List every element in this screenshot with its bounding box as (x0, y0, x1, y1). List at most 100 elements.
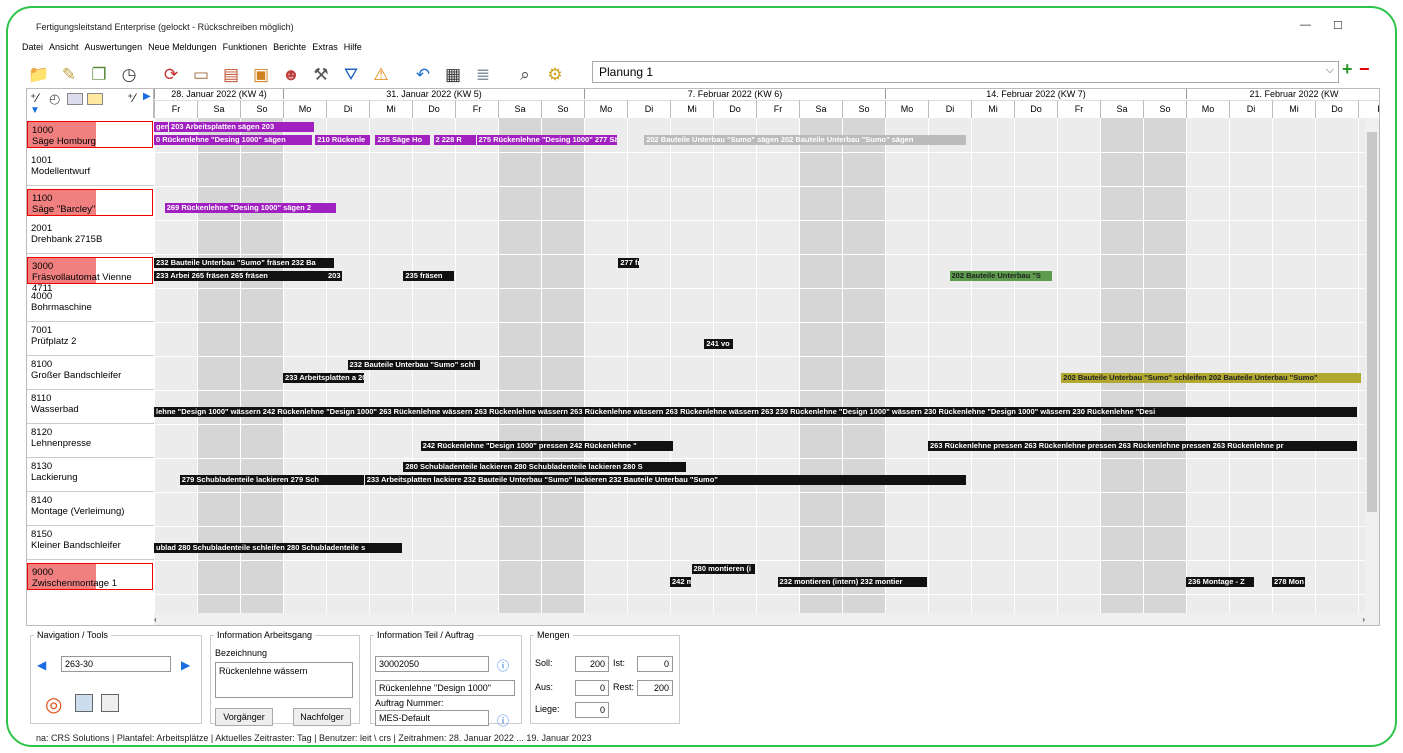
resource-row[interactable]: 8140 Montage (Verleimung) (27, 492, 154, 526)
target-qty-field[interactable] (575, 656, 609, 672)
sort-down-icon[interactable]: ▼ (30, 105, 40, 116)
gantt-bar[interactable]: 202 Bauteile Unterbau "Sumo" sägen 202 B… (644, 135, 966, 145)
remove-plan-icon[interactable]: − (1359, 59, 1370, 80)
remaining-qty-field[interactable] (637, 680, 673, 696)
edit-icon[interactable]: ✎ (56, 62, 82, 86)
bed-icon[interactable]: ▭ (188, 62, 214, 86)
warning-icon[interactable]: ⚠ (368, 62, 394, 86)
scroll-right-icon[interactable]: ▶ (143, 91, 151, 102)
gantt-bar[interactable]: 241 vo (704, 339, 734, 349)
gantt-bar[interactable]: 279 Schubladenteile lackieren 279 Sch (179, 475, 364, 485)
gantt-bar[interactable]: 232 Bauteile Unterbau "Sumo" schl (347, 360, 480, 370)
gantt-bar[interactable]: 280 montieren (i (691, 564, 755, 574)
filter-icon[interactable]: ⛛ (338, 62, 364, 86)
menu-datei[interactable]: Datei (22, 42, 43, 56)
scroll-right-arrow[interactable]: › (1362, 615, 1365, 624)
clock-icon[interactable]: ◴ (49, 91, 60, 107)
part-number-field[interactable] (375, 656, 489, 672)
resource-row[interactable]: 8100 Großer Bandschleifer (27, 356, 154, 390)
menu-extras[interactable]: Extras (312, 42, 338, 56)
users-icon[interactable]: ☻ (278, 62, 304, 86)
resource-row[interactable]: 1000 Säge Homburg (27, 121, 153, 148)
copy-icon[interactable]: ❐ (86, 62, 112, 86)
previous-button[interactable]: Vorgänger (215, 708, 273, 726)
gantt-bar[interactable]: 232 montieren (intern) 232 montier (777, 577, 927, 587)
horizontal-scrollbar[interactable]: ‹ › (154, 613, 1367, 625)
operation-description[interactable]: Rückenlehne wässern (215, 662, 353, 698)
save-icon[interactable]: ▦ (440, 62, 466, 86)
gantt-bar[interactable]: ublad 280 Schubladenteile schleifen 280 … (154, 543, 403, 553)
expand-icon[interactable]: ⁺⁄ (127, 91, 135, 105)
info-icon[interactable]: ⓘ (497, 657, 509, 674)
gantt-bar[interactable]: gen (154, 122, 169, 132)
gantt-bar[interactable]: 280 Schubladenteile lackieren 280 Schubl… (403, 462, 687, 472)
gantt-bar[interactable]: 242 m (670, 577, 691, 587)
gantt-bar[interactable]: 210 Rückenle (315, 135, 371, 145)
gantt-bar[interactable]: 203 Arbeitsplatten sägen 203 (169, 122, 315, 132)
refresh-icon[interactable]: ⟳ (158, 62, 184, 86)
scroll-left-icon[interactable]: ‹ (154, 615, 157, 624)
order-number-field[interactable] (375, 710, 489, 726)
gantt-bar[interactable]: 235 Säge Ho (375, 135, 431, 145)
gantt-bar[interactable]: 269 Rückenlehne "Desing 1000" sägen 2 (164, 203, 336, 213)
gantt-bar[interactable]: 236 Montage - Z (1186, 577, 1254, 587)
resource-row[interactable]: 3000 Fräsvollautomat Vienne 4711 (27, 257, 153, 294)
minimize-button[interactable]: — (1300, 19, 1311, 31)
nav-next-icon[interactable]: ▶ (181, 658, 190, 672)
menu-auswertungen[interactable]: Auswertungen (85, 42, 143, 56)
package-icon[interactable]: ▣ (248, 62, 274, 86)
resource-row[interactable]: 8110 Wasserbad (27, 390, 154, 424)
gantt-bar[interactable]: 275 Rückenlehne "Desing 1000" 277 Sä (476, 135, 618, 145)
gantt-bar[interactable]: 0 Rückenlehne "Desing 1000" sägen (154, 135, 313, 145)
gantt-bar[interactable]: 203 (326, 271, 343, 281)
settings-icon[interactable]: ⚙ (542, 62, 568, 86)
new-order-icon[interactable]: 📁 (26, 62, 52, 86)
resource-row[interactable]: 8120 Lehnenpresse (27, 424, 154, 458)
gantt-bar[interactable]: 202 Bauteile Unterbau "S (949, 271, 1052, 281)
actual-qty-field[interactable] (637, 656, 673, 672)
split-icon[interactable] (101, 694, 119, 712)
gantt-bar[interactable]: 277 fr (618, 258, 639, 268)
vertical-scrollbar[interactable] (1365, 118, 1379, 625)
gantt-bar[interactable]: 235 fräsen (403, 271, 454, 281)
resource-row[interactable]: 1100 Säge "Barcley" (27, 189, 153, 216)
gantt-bar[interactable]: 242 Rückenlehne "Design 1000" pressen 24… (420, 441, 674, 451)
scrap-qty-field[interactable] (575, 680, 609, 696)
gantt-bar[interactable]: 278 Mon (1272, 577, 1306, 587)
clock-icon[interactable]: ◷ (116, 62, 142, 86)
menu-hilfe[interactable]: Hilfe (344, 42, 362, 56)
resource-row[interactable]: 8150 Kleiner Bandschleifer (27, 526, 154, 560)
target-icon[interactable]: ◎ (45, 692, 62, 717)
resource-row[interactable]: 2001 Drehbank 2715B (27, 220, 154, 254)
navigation-input[interactable] (61, 656, 171, 672)
gantt-bar[interactable]: 2 228 R (433, 135, 476, 145)
search-icon[interactable]: ⌕ (512, 62, 538, 86)
menu-neue-meldungen[interactable]: Neue Meldungen (148, 42, 217, 56)
gantt-bar[interactable]: 233 Arbei 265 fräsen 265 fräsen (154, 271, 334, 281)
layers-icon[interactable]: ≣ (470, 62, 496, 86)
zoom-icon[interactable]: ⁺⁄ (30, 91, 38, 105)
document-icon[interactable]: ▤ (218, 62, 244, 86)
resource-row[interactable]: 4000 Bohrmaschine (27, 288, 154, 322)
info-page-icon[interactable] (75, 694, 93, 712)
info-icon-order[interactable]: ⓘ (497, 712, 509, 729)
grid-icon[interactable] (67, 93, 83, 105)
gantt-bar[interactable]: lehne "Design 1000" wässern 242 Rückenle… (154, 407, 1357, 417)
tools-icon[interactable]: ⚒ (308, 62, 334, 86)
menu-funktionen[interactable]: Funktionen (223, 42, 268, 56)
maximize-button[interactable]: ☐ (1333, 19, 1343, 32)
gantt-bar[interactable]: 263 Rückenlehne pressen 263 Rückenlehne … (928, 441, 1357, 451)
next-button[interactable]: Nachfolger (293, 708, 351, 726)
undo-icon[interactable]: ↶ (410, 62, 436, 86)
menu-ansicht[interactable]: Ansicht (49, 42, 79, 56)
resource-row[interactable]: 9000 Zwischenmontage 1 (27, 563, 153, 590)
gantt-bar[interactable]: 232 Bauteile Unterbau "Sumo" fräsen 232 … (154, 258, 334, 268)
resource-row[interactable]: 8130 Lackierung (27, 458, 154, 492)
gantt-bar[interactable]: 202 Bauteile Unterbau "Sumo" schleifen 2… (1061, 373, 1362, 383)
plan-select[interactable]: Planung 1 ⌵ (592, 61, 1339, 83)
part-name-field[interactable] (375, 680, 515, 696)
idle-qty-field[interactable] (575, 702, 609, 718)
nav-prev-icon[interactable]: ◀ (37, 658, 46, 672)
resource-row[interactable]: 7001 Prüfplatz 2 (27, 322, 154, 356)
resource-row[interactable]: 1001 Modellentwurf (27, 152, 154, 186)
